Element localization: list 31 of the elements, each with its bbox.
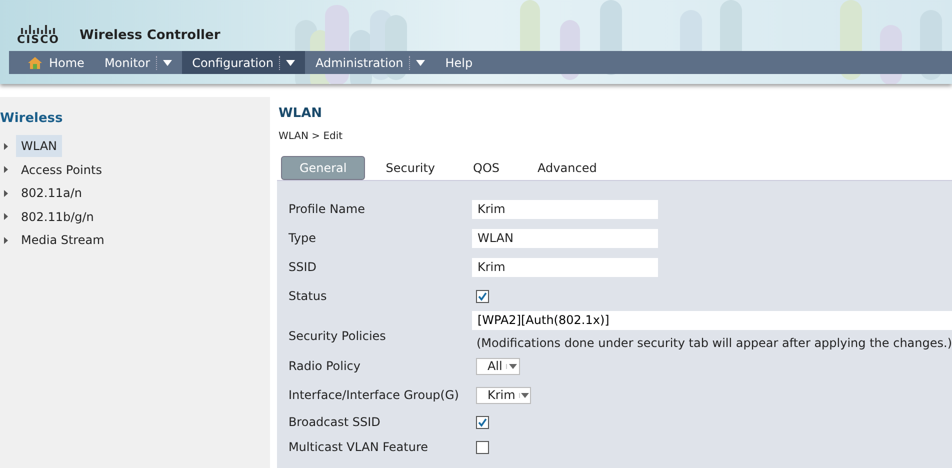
nav-menu-item[interactable]: Monitor — [94, 51, 182, 74]
field-label: Broadcast SSID — [288, 414, 382, 431]
nav-menu-item[interactable]: Help — [435, 51, 483, 74]
field-label: SSID — [288, 259, 318, 276]
field-label: Type — [288, 230, 318, 247]
sidebar-item[interactable]: Media Stream — [16, 229, 110, 252]
field-label: Security Policies — [288, 328, 387, 344]
breadcrumb-text: WLAN > Edit — [278, 130, 344, 144]
page-title: WLAN — [278, 105, 324, 123]
policy-field[interactable]: [WPA2][Auth(802.1x)] — [472, 310, 952, 330]
text-field[interactable]: WLAN — [472, 228, 658, 248]
sidebar-item[interactable]: 802.11b/g/n — [16, 206, 99, 228]
text-field[interactable]: Krim — [472, 258, 658, 276]
sidebar-item[interactable]: Access Points — [16, 158, 107, 181]
note-text: (Modifications done under security tab will appear after applying the changes.) — [476, 334, 952, 352]
sidebar-item[interactable]: 802.11a/n — [16, 182, 87, 204]
nav-menu-item[interactable]: Home — [17, 51, 94, 74]
nav-menu-item[interactable]: Configuration — [182, 51, 306, 74]
text-field[interactable]: Krim — [472, 200, 658, 218]
field-label: Multicast VLAN Feature — [288, 439, 430, 456]
field-label: Status — [288, 288, 328, 305]
app-title: Wireless Controller — [80, 26, 220, 44]
field-label: Profile Name — [288, 201, 366, 218]
sidebar-title: Wireless — [0, 110, 64, 128]
field-label: Radio Policy — [288, 358, 362, 375]
field-label: Interface/Interface Group(G) — [288, 387, 460, 404]
nav-menu-item[interactable]: Administration — [305, 51, 436, 74]
dropdown[interactable]: All — [476, 358, 520, 374]
sidebar-item[interactable]: WLAN — [16, 135, 62, 158]
logo-text: CISCO — [17, 34, 60, 45]
dropdown[interactable]: Krim — [476, 386, 532, 404]
